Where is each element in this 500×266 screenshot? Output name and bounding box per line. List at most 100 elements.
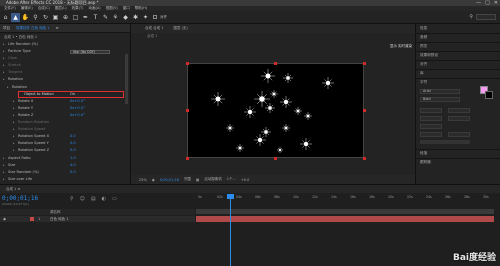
font-family-dropdown[interactable]: Arial xyxy=(420,89,460,94)
snap-checkbox[interactable] xyxy=(153,15,157,19)
section-character[interactable]: 字符 xyxy=(420,80,427,85)
tab-composition[interactable]: 合成 合成 1 xyxy=(145,26,163,31)
section-preview[interactable]: 预览 xyxy=(420,44,427,49)
twirl-arrow-icon[interactable]: ▸ xyxy=(7,84,9,91)
layer-handle-tl[interactable] xyxy=(186,62,189,65)
vertical-scale-field[interactable] xyxy=(420,132,442,137)
home-icon[interactable]: ⌂ xyxy=(1,13,10,22)
property-value[interactable]: 0x+0.0° xyxy=(70,105,85,112)
playhead[interactable] xyxy=(230,194,231,266)
section-effects-presets[interactable]: 效果和预设 xyxy=(420,53,438,58)
effect-property-row[interactable]: ▸ Tangent xyxy=(0,69,130,76)
effect-property-row[interactable]: ▸ Rotation Speed X 0.0 xyxy=(0,133,130,140)
camera-tool-icon[interactable]: ▣ xyxy=(51,13,60,22)
composition-breadcrumb[interactable]: 合成 1 xyxy=(131,33,415,39)
section-audio[interactable]: 音频 xyxy=(420,35,427,40)
source-name-column[interactable]: 源名称 xyxy=(50,210,61,214)
twirl-arrow-icon[interactable]: ▸ xyxy=(13,147,15,154)
layer-handle-br[interactable] xyxy=(363,157,366,160)
pen-tool-icon[interactable]: ✒ xyxy=(81,13,90,22)
twirl-arrow-icon[interactable]: ▸ xyxy=(3,162,5,169)
grid-icon[interactable]: ▦ xyxy=(196,178,199,182)
layer-handle-tr[interactable] xyxy=(363,62,366,65)
property-value[interactable]: 0.0 xyxy=(70,147,76,154)
twirl-arrow-icon[interactable]: ▸ xyxy=(13,105,15,112)
section-tracker[interactable]: 跟踪器 xyxy=(420,160,431,165)
selection-tool-icon[interactable]: ▲ xyxy=(11,12,20,22)
twirl-arrow-icon[interactable]: ▸ xyxy=(13,126,15,133)
twirl-arrow-icon[interactable]: ▸ xyxy=(13,140,15,147)
property-value[interactable]: 0.0 xyxy=(70,140,76,147)
twirl-arrow-icon[interactable]: ▸ xyxy=(3,62,5,69)
time-ruler[interactable]: 0s 02s 04s 06s 08s 10s 12s 14s 16s 18s 20s 22s 24s 26… xyxy=(196,194,496,208)
layer-name[interactable]: 白色 纯色 1 xyxy=(50,216,68,222)
twirl-arrow-icon[interactable]: ▸ xyxy=(13,119,15,126)
rectangle-tool-icon[interactable]: □ xyxy=(71,13,80,22)
effect-property-row[interactable]: ▸ Rotation xyxy=(0,76,130,83)
stroke-color-swatch[interactable] xyxy=(485,91,493,99)
composition-viewer[interactable] xyxy=(187,63,364,158)
stroke-width-field[interactable] xyxy=(420,124,442,129)
layer-duration-bar[interactable] xyxy=(196,216,494,222)
text-style-buttons[interactable] xyxy=(420,140,470,144)
effect-property-row[interactable]: ▸ Glow xyxy=(0,55,130,62)
effect-property-row[interactable]: ▸ Rotation Speed Y 0.0 xyxy=(0,140,130,147)
font-style-dropdown[interactable]: Bold xyxy=(420,97,460,102)
exposure-value[interactable]: +0.0 xyxy=(241,178,250,182)
effect-property-row[interactable]: ▸ Stretch xyxy=(0,62,130,69)
property-value[interactable]: 0x+0.0° xyxy=(70,98,85,105)
effect-property-row[interactable]: ▸ Particle Type Star (No DOF) xyxy=(0,48,130,55)
puppet-tool-icon[interactable]: ✦ xyxy=(141,13,150,22)
effect-property-row[interactable]: ▸ Rotate Z 0x+0.0° xyxy=(0,112,130,119)
graph-editor-icon[interactable]: ▭ xyxy=(112,196,117,202)
search-icon[interactable]: ⚲ xyxy=(469,14,473,20)
snapshot-icon[interactable]: ◉ xyxy=(152,178,155,182)
effect-property-row[interactable]: ▸ Size 4.0 xyxy=(0,162,130,169)
views-dropdown[interactable]: 1个... xyxy=(227,177,236,182)
twirl-arrow-icon[interactable]: ▸ xyxy=(3,69,5,76)
twirl-arrow-icon[interactable]: ▸ xyxy=(13,133,15,140)
work-area-bar[interactable] xyxy=(196,209,494,214)
timeline-current-time[interactable]: 0;00;01;16 xyxy=(2,195,38,202)
effect-property-row[interactable]: ▸ Life Random (%) xyxy=(0,41,130,48)
rotate-tool-icon[interactable]: ↻ xyxy=(41,13,50,22)
tab-effect-controls[interactable]: 效果控件 白色 纯色 1 xyxy=(16,26,50,31)
section-paragraph[interactable]: 段落 xyxy=(420,151,427,156)
layer-handle-bc[interactable] xyxy=(274,157,277,160)
property-value[interactable]: On xyxy=(70,91,75,98)
resolution-dropdown[interactable]: 完整 xyxy=(184,177,191,182)
twirl-arrow-icon[interactable]: ▸ xyxy=(3,76,5,83)
effect-property-row[interactable]: ▸ Aspect Ratio 1.0 xyxy=(0,155,130,162)
effect-property-row[interactable]: ▸ Rotation xyxy=(0,84,130,91)
layer-handle-bl[interactable] xyxy=(186,157,189,160)
effect-property-row[interactable]: ▸ Rotate Y 0x+0.0° xyxy=(0,105,130,112)
eraser-tool-icon[interactable]: ◆ xyxy=(121,13,130,22)
zoom-dropdown[interactable]: 25% xyxy=(139,178,147,182)
help-search-input[interactable] xyxy=(476,14,496,20)
twirl-arrow-icon[interactable]: ▸ xyxy=(3,41,5,48)
property-value[interactable]: 4.0 xyxy=(70,162,76,169)
motion-blur-icon[interactable]: ◐ xyxy=(102,196,106,202)
twirl-arrow-icon[interactable]: ▸ xyxy=(3,176,5,183)
frame-blend-icon[interactable]: ▤ xyxy=(91,196,96,202)
property-dropdown[interactable]: Star (No DOF) xyxy=(70,49,110,55)
roto-brush-tool-icon[interactable]: ✱ xyxy=(131,13,140,22)
pan-behind-tool-icon[interactable]: ⊕ xyxy=(61,13,70,22)
effect-property-row[interactable]: ▸ Rotation Speed Z 0.0 xyxy=(0,147,130,154)
twirl-arrow-icon[interactable]: ▸ xyxy=(13,112,15,119)
property-value[interactable]: 0.0 xyxy=(70,133,76,140)
search-icon[interactable]: ⚲ xyxy=(70,196,74,202)
layer-handle-tc[interactable] xyxy=(274,62,277,65)
twirl-arrow-icon[interactable]: ▸ xyxy=(3,169,5,176)
kerning-field[interactable] xyxy=(420,116,442,121)
twirl-arrow-icon[interactable]: ▸ xyxy=(3,48,5,55)
property-value[interactable]: 0.0 xyxy=(70,169,76,176)
brush-tool-icon[interactable]: ✎ xyxy=(101,13,110,22)
effect-property-row[interactable]: ▸ Size Random (%) 0.0 xyxy=(0,169,130,176)
camera-dropdown[interactable]: 活动摄像机 xyxy=(204,177,222,182)
zoom-tool-icon[interactable]: ⚲ xyxy=(31,13,40,22)
effect-controls-scrollbar[interactable] xyxy=(125,54,128,104)
layer-handle-mr[interactable] xyxy=(363,109,366,112)
object-to-motion-row[interactable]: Object to Motion On xyxy=(18,90,124,98)
tab-timeline-comp[interactable]: 合成 1 ≡ xyxy=(6,185,20,193)
